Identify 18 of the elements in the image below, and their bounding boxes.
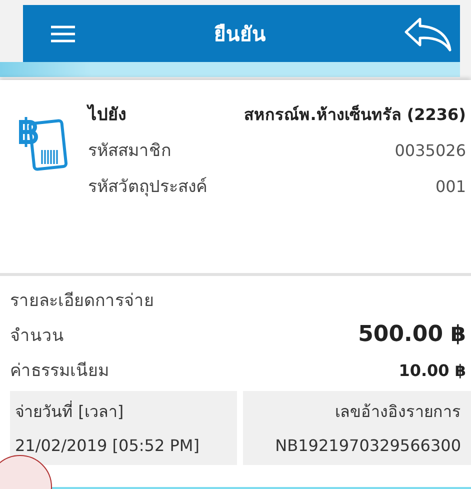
info-value: 21/02/2019 [05:52 PM] xyxy=(15,436,200,455)
amount-value: 10.00 ฿ xyxy=(398,361,466,380)
section-title: รายละเอียดการจ่าย xyxy=(10,290,155,313)
amount-value: 500.00 ฿ xyxy=(358,322,466,347)
field-label: ไปยัง xyxy=(88,103,126,127)
info-label: เลขอ้างอิงรายการ xyxy=(335,401,461,423)
field-label: จำนวน xyxy=(10,325,64,348)
field-label: รหัสวัตถุประสงค์ xyxy=(88,176,207,199)
info-value: NB1921970329566300 xyxy=(275,436,461,455)
field-value: สหกรณ์พ.ห้างเซ็นทรัล (2236) xyxy=(244,104,466,126)
back-arrow-icon[interactable] xyxy=(404,16,452,52)
info-label: จ่ายวันที่ [เวลา] xyxy=(15,400,124,423)
field-value: 0035026 xyxy=(394,141,466,160)
field-label: ค่าธรรมเนียม xyxy=(10,360,109,383)
field-label: รหัสสมาชิก xyxy=(88,140,171,163)
menu-icon[interactable] xyxy=(50,24,76,44)
page-title: ยืนยัน xyxy=(214,20,266,48)
field-value: 001 xyxy=(435,177,466,196)
